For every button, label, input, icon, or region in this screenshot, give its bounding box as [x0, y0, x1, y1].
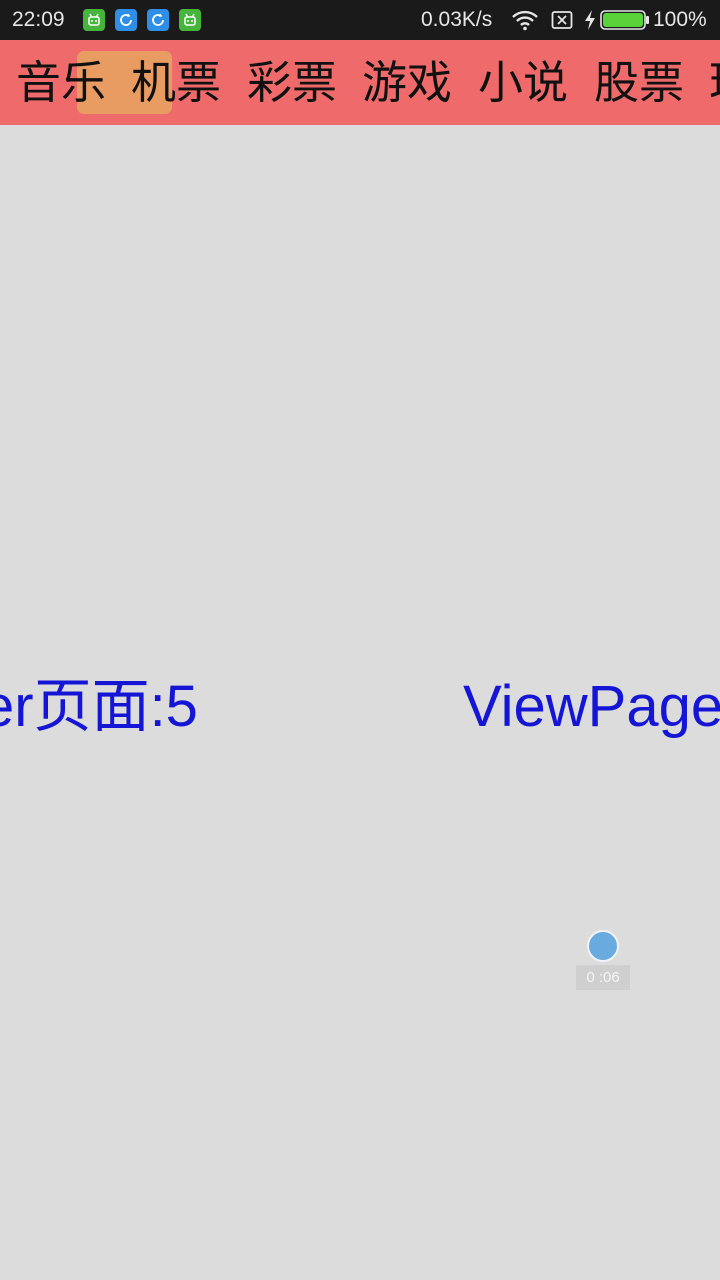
category-tab-strip[interactable]: 音乐 机票 彩票 游戏 小说 股票 理 — [0, 40, 720, 125]
network-speed: 0.03K/s — [421, 8, 493, 31]
tab-label: 理 — [709, 56, 720, 109]
status-bar: 22:09 0.03K/s 100% — [0, 0, 720, 40]
tab-music[interactable]: 音乐 — [16, 55, 106, 110]
tab-label: 股票 — [594, 56, 685, 109]
tab-label-part: 机 — [131, 56, 177, 109]
viewpager-page-label-right: ViewPage — [463, 674, 720, 739]
viewpager-page-label-left: er页面:5 — [0, 674, 198, 739]
android-icon — [179, 9, 201, 31]
tab-stocks[interactable]: 股票 — [594, 55, 684, 110]
sync-icon — [115, 9, 137, 31]
tab-label-part: 音 — [16, 56, 62, 109]
charging-icon — [583, 9, 597, 37]
tab-games[interactable]: 游戏 — [362, 55, 452, 110]
tab-lottery[interactable]: 彩票 — [247, 55, 337, 110]
tab-label-part: 乐 — [61, 56, 107, 109]
record-timer: 0 :06 — [576, 965, 630, 990]
tab-label-part: 票 — [176, 56, 222, 109]
floating-recorder-widget[interactable]: 0 :06 — [576, 928, 630, 990]
sync-icon — [147, 9, 169, 31]
tab-label: 小说 — [478, 56, 569, 109]
battery-percent: 100% — [653, 8, 707, 31]
no-sim-icon — [551, 10, 573, 36]
record-indicator-icon[interactable] — [587, 930, 619, 962]
tab-flights[interactable]: 机票 — [131, 55, 221, 110]
tab-clipped[interactable]: 理 — [709, 55, 720, 110]
tab-label: 彩票 — [247, 56, 338, 109]
clock: 22:09 — [12, 8, 65, 31]
wifi-icon — [511, 9, 539, 37]
battery-icon — [600, 10, 650, 30]
tab-novels[interactable]: 小说 — [478, 55, 568, 110]
tab-label: 游戏 — [362, 56, 453, 109]
android-icon — [83, 9, 105, 31]
